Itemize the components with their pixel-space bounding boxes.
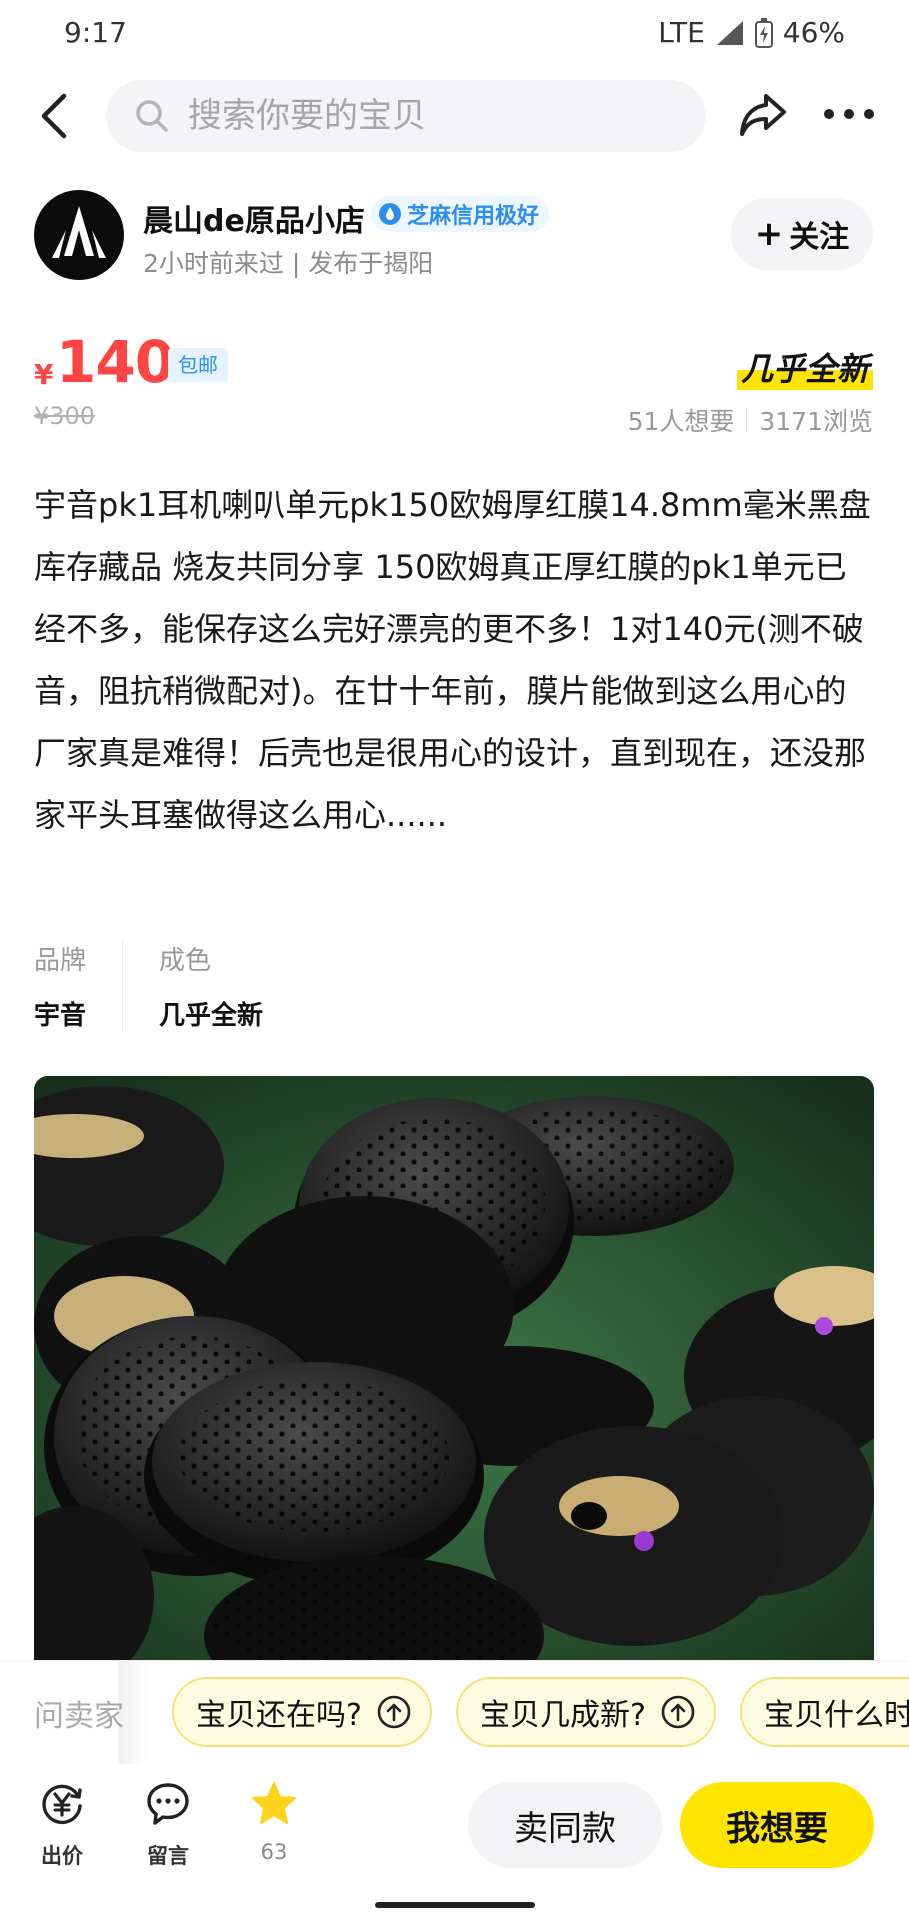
attr-condition: 成色 几乎全新 [122,940,299,1032]
plus-icon: + [754,214,784,254]
battery-icon [754,17,773,48]
offer-button[interactable]: 出价 [22,1780,102,1870]
attr-brand: 品牌 宇音 [34,940,122,1032]
question-chip[interactable]: 宝贝还在吗? [172,1677,432,1747]
product-photo[interactable] [34,1076,874,1666]
attr-value: 几乎全新 [159,1001,264,1031]
price-section: ¥ 140 包邮 ¥300 几乎全新 51人想要 3171浏览 [0,328,909,440]
chat-bubble-icon [147,1783,189,1825]
seller-info: 晨山de原品小店 芝麻信用极好 2小时前来过 | 发布于揭阳 + 关注 [0,188,909,284]
sesame-drop-icon [379,203,401,225]
status-bar: 9:17 LTE 46% [0,0,909,70]
seller-name[interactable]: 晨山de原品小店 [143,196,365,240]
seller-logo-icon [52,206,106,258]
offer-label: 出价 [41,1844,83,1868]
search-input[interactable] [188,92,668,140]
question-chip-label: 宝贝什么时 [764,1698,909,1733]
ask-seller-label[interactable]: 问卖家 [34,1691,124,1735]
question-chip[interactable]: 宝贝什么时 [740,1677,909,1747]
arrow-up-circle-icon [661,1695,695,1729]
home-indicator[interactable] [375,1902,535,1908]
question-chip[interactable]: 宝贝几成新? [456,1677,716,1747]
views-count: 3171浏览 [759,407,873,436]
original-price: ¥300 [34,402,96,430]
earbud-drivers-image [34,1076,874,1666]
network-label: LTE [658,16,705,49]
bottom-action-bar: 出价 留言 63 卖同款 我想要 [0,1764,909,1920]
search-icon [136,100,168,132]
back-arrow-icon[interactable] [34,90,78,142]
top-nav [0,78,909,154]
item-stats: 51人想要 3171浏览 [628,402,873,438]
attr-value: 宇音 [34,1001,87,1031]
search-bar[interactable] [106,80,706,152]
more-icon[interactable] [822,104,876,124]
credit-badge-label: 芝麻信用极好 [407,204,540,229]
attr-label: 品牌 [34,946,87,976]
stats-divider [746,410,748,430]
quick-questions-bar: 问卖家 宝贝还在吗? 宝贝几成新? 宝贝什么时 [0,1660,909,1765]
star-icon [252,1782,296,1824]
seller-meta: 2小时前来过 | 发布于揭阳 [143,249,434,278]
favorite-button[interactable]: 63 [234,1780,314,1864]
attr-label: 成色 [159,946,212,976]
item-description: 宇音pk1耳机喇叭单元pk150欧姆厚红膜14.8mm毫米黑盘 库存藏品 烧友共… [34,486,871,834]
currency-symbol: ¥ [34,358,54,391]
condition-tag: 几乎全新 [736,344,873,390]
follow-button[interactable]: + 关注 [731,198,873,270]
comment-label: 留言 [147,1844,189,1868]
status-time: 9:17 [64,16,127,49]
question-chip-label: 宝贝还在吗? [196,1698,362,1733]
arrow-up-circle-icon [377,1695,411,1729]
ask-divider-shadow [118,1661,148,1765]
favorite-count: 63 [260,1840,288,1864]
free-shipping-tag: 包邮 [168,348,228,382]
want-button[interactable]: 我想要 [680,1782,874,1868]
item-attributes: 品牌 宇音 成色 几乎全新 [34,940,299,1032]
share-icon[interactable] [738,92,788,138]
status-indicators: LTE 46% [658,16,845,49]
battery-level: 46% [782,16,845,49]
wants-count: 51人想要 [627,407,735,436]
item-price: 140 [56,328,175,396]
seller-avatar[interactable] [34,190,124,280]
credit-badge[interactable]: 芝麻信用极好 [371,196,550,232]
yen-icon [42,1784,82,1825]
follow-label: 关注 [789,220,850,255]
comment-button[interactable]: 留言 [128,1780,208,1870]
signal-icon [716,20,743,45]
sell-same-button[interactable]: 卖同款 [468,1782,662,1868]
question-chip-label: 宝贝几成新? [480,1698,646,1733]
